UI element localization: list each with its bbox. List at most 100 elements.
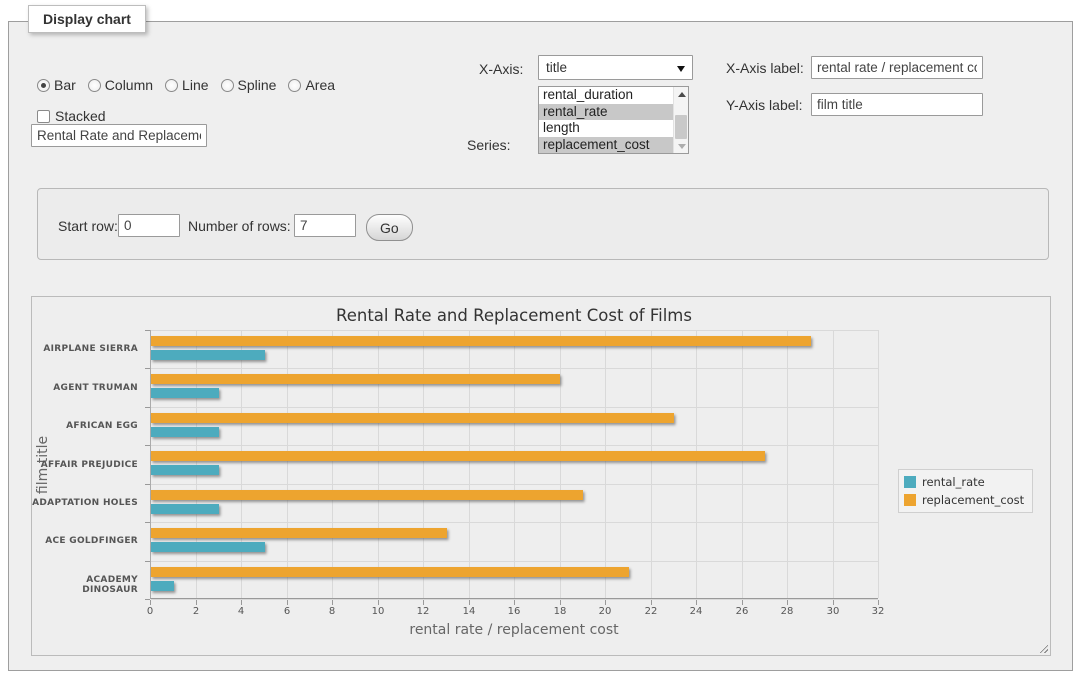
bar-rental_rate-ace-goldfinger[interactable] <box>151 542 265 552</box>
y-category-label: ADAPTATION HOLES <box>32 498 138 508</box>
y-axis-label-input[interactable] <box>811 93 983 116</box>
legend-swatch <box>904 494 916 506</box>
x-axis-tick-label: 28 <box>770 606 804 617</box>
gridline-y <box>151 407 878 408</box>
bar-rental_rate-academy-dinosaur[interactable] <box>151 581 174 591</box>
bar-rental_rate-agent-truman[interactable] <box>151 388 219 398</box>
chart-type-radio-column[interactable]: Column <box>88 77 153 93</box>
scrollbar-thumb[interactable] <box>675 115 687 139</box>
gridline-x <box>469 330 470 598</box>
page: Display chart Bar Column Line Spline Area St… <box>0 0 1081 681</box>
y-category-label: AGENT TRUMAN <box>32 383 138 393</box>
x-axis-tick <box>378 600 379 605</box>
gridline-x <box>651 330 652 598</box>
radio-icon <box>165 79 178 92</box>
bar-replacement_cost-airplane-sierra[interactable] <box>151 336 811 346</box>
start-row-label: Start row: <box>58 218 118 234</box>
chart-type-radio-spline[interactable]: Spline <box>221 77 277 93</box>
y-category-label: ACE GOLDFINGER <box>32 536 138 546</box>
chart-legend: rental_rate replacement_cost <box>898 469 1033 513</box>
y-axis-tick <box>145 522 150 523</box>
chart-type-radio-label: Column <box>105 77 153 93</box>
legend-item-rental_rate[interactable]: rental_rate <box>904 475 1024 489</box>
radio-icon <box>37 79 50 92</box>
gridline-y <box>151 484 878 485</box>
gridline-x <box>378 330 379 598</box>
x-axis-tick <box>196 600 197 605</box>
go-button[interactable]: Go <box>366 214 413 241</box>
gridline-x <box>560 330 561 598</box>
x-axis-tick <box>878 600 879 605</box>
bar-rental_rate-airplane-sierra[interactable] <box>151 350 265 360</box>
fieldset-legend-text: Display chart <box>43 11 131 27</box>
x-axis-tick-label: 18 <box>543 606 577 617</box>
resize-handle[interactable] <box>1037 642 1048 653</box>
gridline-x <box>833 330 834 598</box>
x-axis-select[interactable]: title <box>538 55 693 80</box>
gridline-x <box>196 330 197 598</box>
legend-label: rental_rate <box>922 475 985 489</box>
gridline-x <box>423 330 424 598</box>
legend-label: replacement_cost <box>922 493 1024 507</box>
bar-replacement_cost-affair-prejudice[interactable] <box>151 451 765 461</box>
num-rows-label: Number of rows: <box>188 218 291 234</box>
num-rows-input[interactable] <box>294 214 356 237</box>
bar-replacement_cost-agent-truman[interactable] <box>151 374 560 384</box>
bar-replacement_cost-adaptation-holes[interactable] <box>151 490 583 500</box>
x-axis-tick <box>332 600 333 605</box>
bar-replacement_cost-academy-dinosaur[interactable] <box>151 567 629 577</box>
gridline-x <box>514 330 515 598</box>
chart-title-input[interactable] <box>31 124 207 147</box>
bar-rental_rate-adaptation-holes[interactable] <box>151 504 219 514</box>
x-axis-tick-label: 14 <box>452 606 486 617</box>
gridline-x <box>878 330 879 598</box>
chart-container: Rental Rate and Replacement Cost of Film… <box>31 296 1051 656</box>
display-chart-fieldset: BarColumnLineSplineArea Stacked X-Axis: … <box>8 21 1073 671</box>
x-axis-label-input[interactable] <box>811 56 983 79</box>
x-axis-tick-label: 26 <box>725 606 759 617</box>
x-axis-tick <box>287 600 288 605</box>
y-axis-tick <box>145 407 150 408</box>
y-category-label: AFFAIR PREJUDICE <box>32 460 138 470</box>
scrollbar-down-button[interactable] <box>674 139 689 153</box>
gridline-y <box>151 368 878 369</box>
series-listbox[interactable]: rental_durationrental_ratelengthreplacem… <box>538 86 689 154</box>
x-axis-tick <box>833 600 834 605</box>
scrollbar-up-icon <box>678 92 686 97</box>
bar-replacement_cost-ace-goldfinger[interactable] <box>151 528 447 538</box>
bar-replacement_cost-african-egg[interactable] <box>151 413 674 423</box>
scrollbar-up-button[interactable] <box>674 87 689 101</box>
y-axis-tick <box>145 445 150 446</box>
scrollbar-down-icon <box>678 144 686 149</box>
bar-rental_rate-african-egg[interactable] <box>151 427 219 437</box>
y-category-label: AFRICAN EGG <box>32 421 138 431</box>
chart-type-radio-bar[interactable]: Bar <box>37 77 76 93</box>
x-axis-tick-label: 0 <box>133 606 167 617</box>
chart-type-radio-line[interactable]: Line <box>165 77 208 93</box>
x-axis-tick <box>787 600 788 605</box>
x-axis-tick-label: 6 <box>270 606 304 617</box>
x-axis-tick-label: 4 <box>224 606 258 617</box>
x-axis-tick <box>241 600 242 605</box>
y-axis-tick <box>145 368 150 369</box>
chart-type-radio-label: Area <box>305 77 335 93</box>
legend-item-replacement_cost[interactable]: replacement_cost <box>904 493 1024 507</box>
y-category-label: AIRPLANE SIERRA <box>32 344 138 354</box>
chart-type-radio-area[interactable]: Area <box>288 77 335 93</box>
rows-panel: Start row: Number of rows: Go <box>37 188 1049 260</box>
series-option-length[interactable]: length <box>539 120 673 137</box>
gridline-y <box>151 561 878 562</box>
series-option-rental_rate[interactable]: rental_rate <box>539 104 673 121</box>
x-axis-tick-label: 30 <box>816 606 850 617</box>
series-scrollbar[interactable] <box>673 87 688 153</box>
series-options: rental_durationrental_ratelengthreplacem… <box>539 87 673 153</box>
series-option-rental_duration[interactable]: rental_duration <box>539 87 673 104</box>
bar-rental_rate-affair-prejudice[interactable] <box>151 465 219 475</box>
series-option-replacement_cost[interactable]: replacement_cost <box>539 137 673 154</box>
radio-icon <box>88 79 101 92</box>
x-axis-tick <box>605 600 606 605</box>
y-axis-labels: AIRPLANE SIERRA AGENT TRUMAN AFRICAN EGG AF… <box>32 330 144 599</box>
start-row-input[interactable] <box>118 214 180 237</box>
stacked-checkbox[interactable] <box>37 110 50 123</box>
x-axis-tick-label: 16 <box>497 606 531 617</box>
